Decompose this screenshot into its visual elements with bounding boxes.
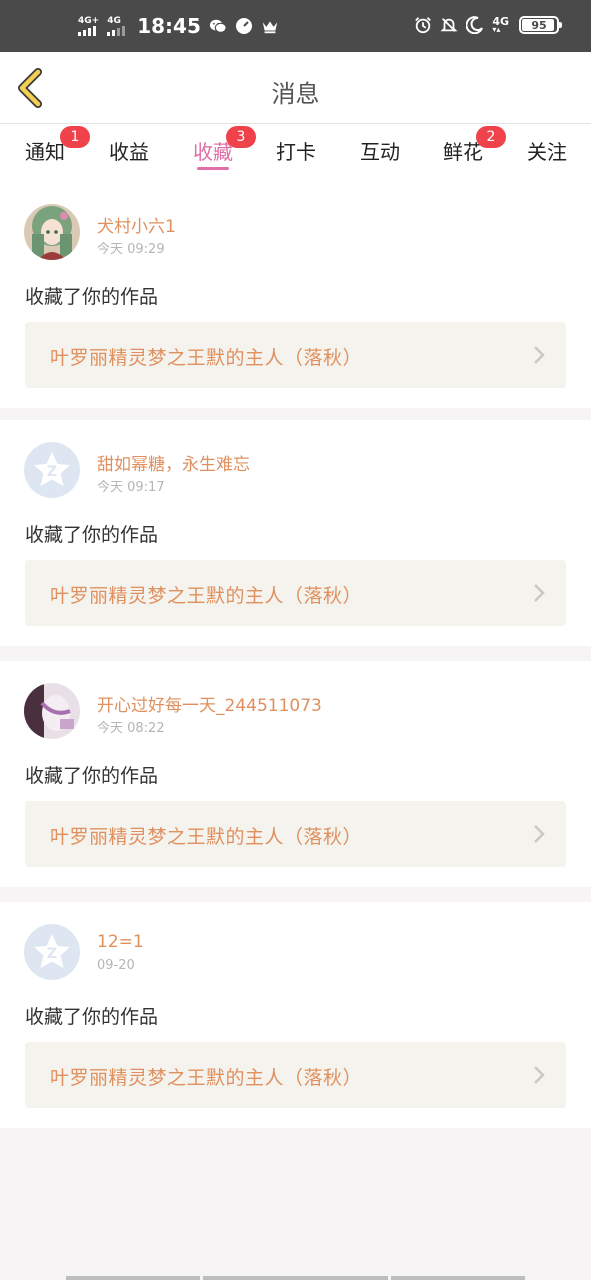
action-text: 收藏了你的作品 [25, 765, 159, 787]
message-time: 今天 09:17 [97, 480, 165, 495]
signal-icon-2: 4G [107, 15, 126, 36]
tab-label: 关注 [527, 140, 567, 164]
work-title: 叶罗丽精灵梦之王默的主人（落秋） [50, 347, 363, 369]
message-time: 今天 09:29 [97, 242, 165, 257]
avatar[interactable] [24, 204, 80, 260]
work-title: 叶罗丽精灵梦之王默的主人（落秋） [50, 585, 363, 607]
chevron-right-icon [534, 584, 545, 602]
default-avatar-icon: Z [24, 924, 80, 980]
alarm-icon [414, 16, 432, 34]
mute-bell-icon [440, 16, 458, 34]
action-text: 收藏了你的作品 [25, 524, 159, 546]
page-title: 消息 [271, 80, 320, 108]
status-bar: 4G+ 4G 18:45 4G ▾▴ 95 [0, 0, 591, 52]
work-link[interactable]: 叶罗丽精灵梦之王默的主人（落秋） [25, 560, 566, 626]
tab-follow[interactable]: 关注 [524, 134, 570, 174]
battery-icon: 95 [519, 16, 562, 34]
work-title: 叶罗丽精灵梦之王默的主人（落秋） [50, 1067, 363, 1089]
work-link[interactable]: 叶罗丽精灵梦之王默的主人（落秋） [25, 1042, 566, 1108]
avatar[interactable]: Z [24, 442, 80, 498]
message-card: Z 甜如幂糖，永生难忘 今天 09:17 收藏了你的作品 叶罗丽精灵梦之王默的主… [0, 420, 591, 646]
tab-bar: 通知 1 收益 收藏 3 打卡 互动 鲜花 2 关注 [0, 124, 591, 182]
notification-badge: 1 [60, 126, 90, 148]
avatar[interactable] [24, 683, 80, 739]
action-text: 收藏了你的作品 [25, 1006, 159, 1028]
message-time: 今天 08:22 [97, 721, 165, 736]
tab-label: 收益 [109, 140, 149, 164]
system-nav-back[interactable] [66, 1276, 200, 1280]
tab-notifications[interactable]: 通知 1 [22, 126, 90, 174]
battery-level: 95 [531, 18, 547, 32]
username[interactable]: 开心过好每一天_244511073 [97, 691, 322, 716]
svg-text:Z: Z [47, 946, 57, 962]
default-avatar-icon: Z [24, 442, 80, 498]
message-card: 犬村小六1 今天 09:29 收藏了你的作品 叶罗丽精灵梦之王默的主人（落秋） [0, 182, 591, 408]
tab-earnings[interactable]: 收益 [106, 134, 152, 174]
username[interactable]: 甜如幂糖，永生难忘 [97, 450, 250, 475]
svg-text:Z: Z [47, 464, 57, 480]
username[interactable]: 犬村小六1 [97, 212, 176, 237]
work-link[interactable]: 叶罗丽精灵梦之王默的主人（落秋） [25, 322, 566, 388]
message-time: 09-20 [97, 958, 135, 973]
message-card: 开心过好每一天_244511073 今天 08:22 收藏了你的作品 叶罗丽精灵… [0, 661, 591, 887]
photo-avatar-icon [24, 683, 80, 739]
tab-favorites[interactable]: 收藏 3 [190, 126, 256, 174]
username[interactable]: 12=1 [97, 932, 144, 952]
action-text: 收藏了你的作品 [25, 286, 159, 308]
crown-icon [261, 17, 279, 35]
chevron-right-icon [534, 1066, 545, 1084]
system-nav-home[interactable] [203, 1276, 388, 1280]
message-card: Z 12=1 09-20 收藏了你的作品 叶罗丽精灵梦之王默的主人（落秋） [0, 902, 591, 1128]
avatar[interactable]: Z [24, 924, 80, 980]
wechat-icon [209, 17, 227, 35]
tab-label: 互动 [360, 140, 400, 164]
work-title: 叶罗丽精灵梦之王默的主人（落秋） [50, 826, 363, 848]
gauge-icon [235, 17, 253, 35]
active-tab-indicator [197, 167, 229, 170]
flowers-badge: 2 [476, 126, 506, 148]
tab-label: 打卡 [276, 140, 316, 164]
work-link[interactable]: 叶罗丽精灵梦之王默的主人（落秋） [25, 801, 566, 867]
chevron-right-icon [534, 825, 545, 843]
favorites-badge: 3 [226, 126, 256, 148]
chevron-right-icon [534, 346, 545, 364]
tab-label: 通知 [25, 140, 65, 164]
tab-interaction[interactable]: 互动 [357, 134, 403, 174]
tab-checkin[interactable]: 打卡 [273, 134, 319, 174]
header: 消息 [0, 52, 591, 124]
network-icon: 4G ▾▴ [492, 14, 509, 34]
anime-girl-avatar-icon [24, 204, 80, 260]
system-nav-recents[interactable] [391, 1276, 525, 1280]
clock: 18:45 [137, 14, 201, 38]
tab-flowers[interactable]: 鲜花 2 [440, 126, 506, 174]
signal-icon: 4G+ [78, 15, 100, 36]
moon-icon [466, 16, 484, 34]
signal-label: 4G+ [78, 15, 100, 26]
signal-label-2: 4G [107, 15, 121, 26]
